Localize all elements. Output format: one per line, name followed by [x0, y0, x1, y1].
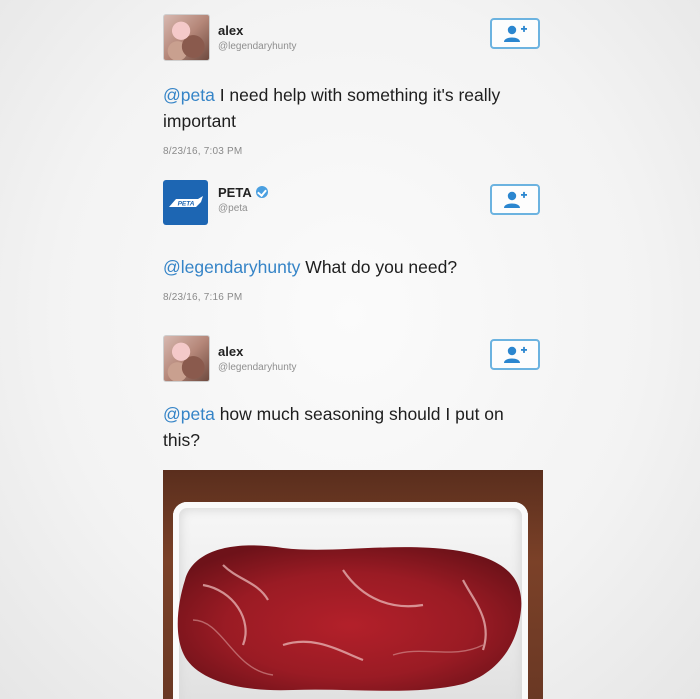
- tweet: PETA PETA @peta @legendaryhunty What do …: [160, 178, 560, 303]
- mention-link[interactable]: @peta: [163, 85, 215, 105]
- peta-logo-icon: PETA: [168, 195, 203, 207]
- tweet-text: @legendaryhunty What do you need?: [163, 254, 543, 280]
- follow-button[interactable]: [490, 339, 540, 370]
- user-names: alex @legendaryhunty: [218, 343, 297, 373]
- add-user-icon: [504, 346, 527, 363]
- verified-badge-icon: [255, 186, 268, 198]
- avatar[interactable]: [163, 14, 210, 61]
- raw-steak-image: [177, 545, 522, 691]
- peta-logo-text: PETA: [177, 200, 194, 207]
- tweet-body: What do you need?: [300, 257, 458, 277]
- timestamp[interactable]: 8/23/16, 7:16 PM: [163, 292, 560, 303]
- user-names: alex @legendaryhunty: [218, 22, 297, 52]
- user-handle[interactable]: @legendaryhunty: [218, 362, 297, 373]
- tweet-body: how much seasoning should I put on this?: [163, 404, 504, 450]
- display-name[interactable]: alex: [218, 344, 243, 359]
- user-handle[interactable]: @legendaryhunty: [218, 41, 297, 52]
- user-handle[interactable]: @peta: [218, 203, 268, 214]
- tweet-media-photo[interactable]: [163, 470, 543, 699]
- mention-link[interactable]: @legendaryhunty: [163, 257, 300, 277]
- avatar[interactable]: [163, 335, 210, 382]
- avatar[interactable]: PETA: [163, 180, 208, 225]
- add-user-icon: [504, 25, 527, 42]
- tweet-header: alex @legendaryhunty: [160, 12, 560, 64]
- tweet-text: @peta I need help with something it's re…: [163, 82, 543, 134]
- tweet: alex @legendaryhunty @peta how much seas…: [160, 333, 560, 453]
- follow-button[interactable]: [490, 18, 540, 49]
- add-user-icon: [504, 191, 527, 208]
- tweet-header: PETA PETA @peta: [160, 178, 560, 230]
- tweet-header: alex @legendaryhunty: [160, 333, 560, 385]
- user-names: PETA @peta: [218, 184, 268, 214]
- display-name[interactable]: PETA: [218, 185, 252, 200]
- follow-button[interactable]: [490, 184, 540, 215]
- screenshot-page: alex @legendaryhunty @peta I need help w…: [0, 0, 700, 699]
- mention-link[interactable]: @peta: [163, 404, 215, 424]
- display-name[interactable]: alex: [218, 23, 243, 38]
- timestamp[interactable]: 8/23/16, 7:03 PM: [163, 146, 560, 157]
- tweet-text: @peta how much seasoning should I put on…: [163, 401, 543, 453]
- tweet: alex @legendaryhunty @peta I need help w…: [160, 12, 560, 157]
